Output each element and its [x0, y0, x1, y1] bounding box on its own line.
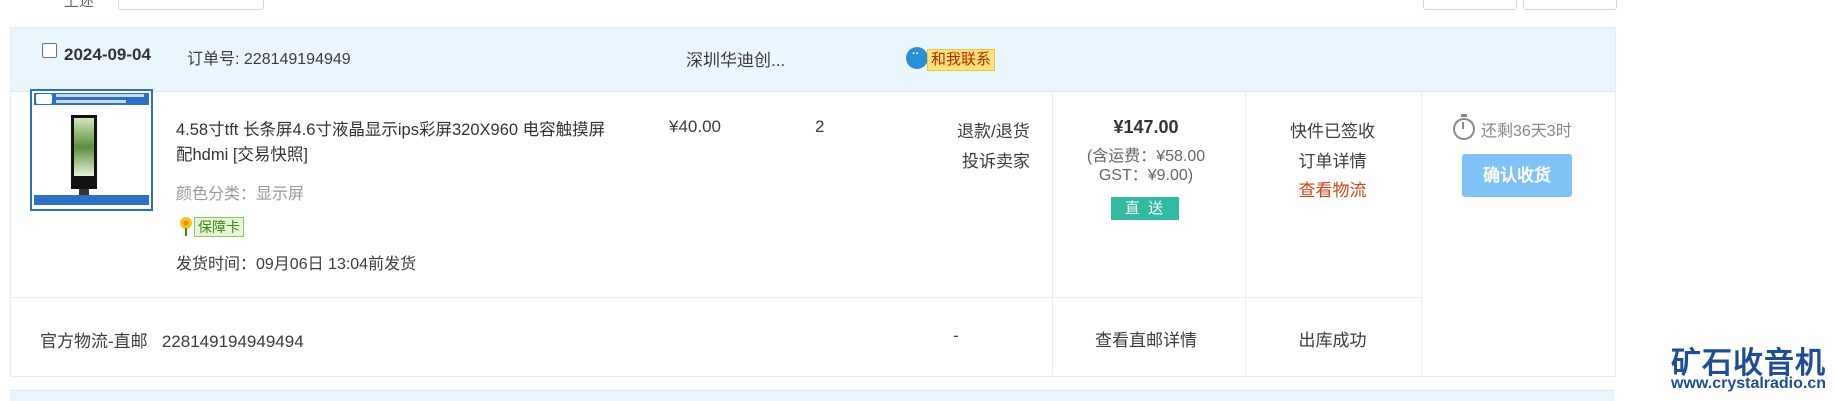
ship-time: 发货时间：09月06日 13:04前发货: [176, 256, 417, 273]
thumb-text: [56, 100, 126, 103]
flower-icon: [180, 217, 192, 236]
thumb-footer: [34, 195, 149, 205]
prev-page-button[interactable]: [1423, 0, 1517, 10]
order-checkbox[interactable]: [42, 43, 57, 58]
logistics-label: 官方物流-直邮: [40, 332, 148, 351]
watermark-url: www.crystalradio.cn: [1671, 375, 1827, 392]
unit-price: ¥40.00: [669, 117, 721, 136]
tracking-blur: [300, 325, 410, 349]
order-header: 2024-09-04 订单号: 228149194949 深圳华迪创... ··…: [11, 28, 1615, 92]
guarantee-badge[interactable]: 保障卡: [176, 215, 252, 237]
complain-link[interactable]: 投诉卖家: [962, 147, 1030, 172]
order-date: 2024-09-04: [64, 45, 151, 64]
logistics-placeholder: -: [953, 326, 959, 345]
chat-bubble-icon[interactable]: ··: [906, 47, 928, 69]
guarantee-label: 保障卡: [194, 217, 244, 237]
freight-note: (含运费：¥58.00: [1086, 148, 1206, 165]
toolbar-filter-button[interactable]: [118, 0, 264, 10]
quantity: 2: [815, 117, 825, 136]
total-amount: ¥147.00: [1113, 117, 1179, 137]
order-number-blur: [366, 44, 426, 66]
divider: [1421, 92, 1422, 375]
confirm-receipt-button[interactable]: 确认收货: [1462, 154, 1572, 197]
toolbar-label: 上述: [64, 0, 95, 10]
tracking-number: 228149194949494: [161, 332, 304, 351]
product-title-link[interactable]: 4.58寸tft 长条屏4.6寸液晶显示ips彩屏320X960 电容触摸屏配h…: [176, 118, 616, 168]
shop-name-link[interactable]: 深圳华迪创...: [686, 46, 785, 71]
product-thumbnail[interactable]: [30, 89, 153, 211]
brand-logo-icon: [36, 94, 52, 104]
direct-ship-badge: 直 送: [1111, 197, 1179, 220]
stopwatch-icon: [1453, 114, 1475, 140]
refund-link[interactable]: 退款/退货: [957, 117, 1030, 142]
contact-seller-button[interactable]: 和我联系: [927, 49, 996, 71]
next-order-header: [10, 390, 1614, 401]
logistics-status: 出库成功: [1298, 331, 1367, 350]
next-page-button[interactable]: [1523, 0, 1617, 10]
gst-note: GST：¥9.00): [1098, 167, 1194, 184]
order-status: 快件已签收: [1290, 122, 1375, 141]
order-detail-link[interactable]: 订单详情: [1245, 147, 1420, 172]
order-number: 订单号: 228149194949: [187, 51, 351, 68]
logistics-info: 官方物流-直邮 228149194949494: [40, 327, 304, 352]
lcd-screen-content: [74, 118, 94, 176]
divider: [11, 297, 1421, 298]
direct-mail-detail-link[interactable]: 查看直邮详情: [1052, 326, 1240, 351]
view-logistics-link[interactable]: 查看物流: [1245, 176, 1420, 201]
time-remaining: 还剩36天3时: [1481, 123, 1572, 140]
product-sku: 颜色分类：显示屏: [176, 186, 305, 203]
thumb-text: [56, 94, 144, 97]
